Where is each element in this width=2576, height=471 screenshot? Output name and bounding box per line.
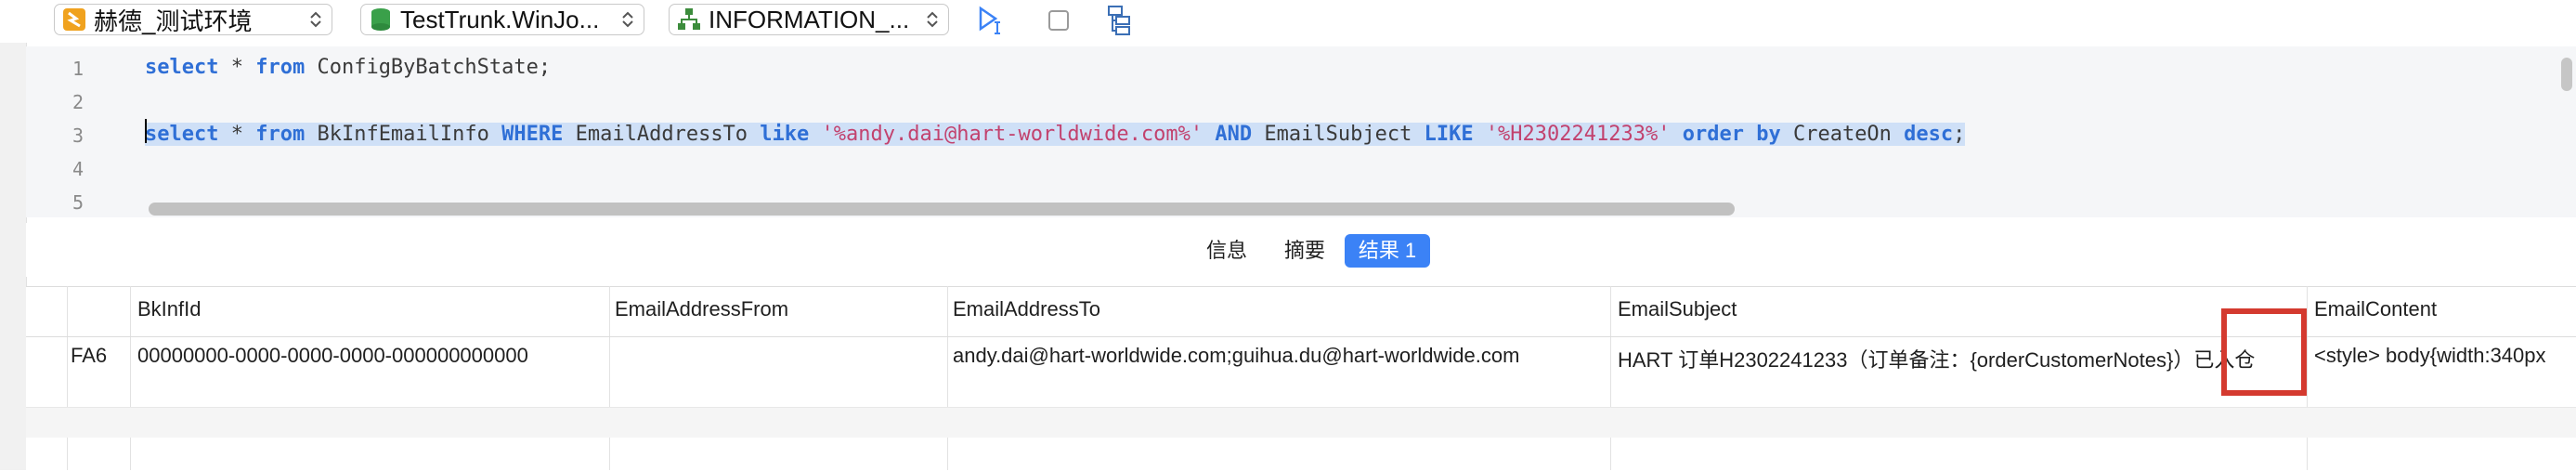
code-line-3-selected[interactable]: select * from BkInfEmailInfo WHERE Email… bbox=[145, 123, 1966, 146]
column-header-bkinfid[interactable]: BkInfId bbox=[137, 297, 201, 321]
line-number: 3 bbox=[72, 124, 84, 147]
chevron-updown-icon bbox=[622, 11, 633, 28]
connection-label: 赫德_测试环境 bbox=[94, 7, 253, 35]
connection-select[interactable]: 赫德_测试环境 bbox=[54, 4, 332, 35]
left-panel-edge bbox=[0, 43, 27, 470]
line-number: 1 bbox=[72, 58, 84, 80]
header-divider bbox=[26, 336, 2576, 337]
schema-icon bbox=[678, 8, 700, 30]
schema-select[interactable]: INFORMATION_... bbox=[669, 4, 949, 35]
results-grid bbox=[26, 286, 2576, 471]
line-gutter: 1 2 3 4 5 bbox=[26, 46, 102, 217]
column-divider bbox=[609, 286, 610, 470]
chevron-updown-icon bbox=[927, 11, 938, 28]
column-header-emailcontent[interactable]: EmailContent bbox=[2314, 297, 2437, 321]
stop-checkbox-icon[interactable] bbox=[1044, 4, 1077, 37]
column-divider bbox=[67, 286, 68, 470]
column-divider bbox=[2307, 286, 2308, 470]
text-caret bbox=[145, 119, 147, 143]
column-divider bbox=[1610, 286, 1611, 470]
cell-emailcontent[interactable]: <style> body{width:340px bbox=[2314, 344, 2576, 368]
cell-bkinfid[interactable]: 00000000-0000-0000-0000-000000000000 bbox=[137, 344, 602, 368]
database-select[interactable]: TestTrunk.WinJo... bbox=[360, 4, 644, 35]
line-number: 4 bbox=[72, 158, 84, 180]
cell-prefix[interactable]: FA6 bbox=[71, 344, 126, 368]
tab-summary[interactable]: 摘要 bbox=[1268, 234, 1341, 268]
schema-label: INFORMATION_... bbox=[709, 5, 910, 33]
database-icon bbox=[371, 8, 390, 31]
empty-row-stripe bbox=[26, 408, 2576, 438]
editor-vertical-scrollbar[interactable] bbox=[2561, 58, 2572, 91]
column-divider bbox=[947, 286, 948, 470]
toolbar: 赫德_测试环境 TestTrunk.WinJo... INFORMATION_.… bbox=[0, 0, 2576, 43]
code-line-1[interactable]: select * from ConfigByBatchState; bbox=[145, 56, 551, 79]
tab-result-1[interactable]: 结果 1 bbox=[1345, 234, 1430, 268]
cell-emailsubject[interactable]: HART 订单H2302241233（订单备注：{orderCustomerNo… bbox=[1618, 344, 2301, 373]
column-header-emailaddressto[interactable]: EmailAddressTo bbox=[953, 297, 1100, 321]
database-label: TestTrunk.WinJo... bbox=[400, 5, 600, 33]
column-header-emailsubject[interactable]: EmailSubject bbox=[1618, 297, 1737, 321]
sql-editor[interactable]: 1 2 3 4 5 select * from ConfigByBatchSta… bbox=[26, 46, 2576, 217]
chevron-updown-icon bbox=[310, 11, 321, 28]
connection-icon bbox=[63, 8, 85, 31]
column-header-emailaddressfrom[interactable]: EmailAddressFrom bbox=[615, 297, 788, 321]
explain-icon[interactable] bbox=[1105, 4, 1138, 37]
tab-info[interactable]: 信息 bbox=[1190, 234, 1263, 268]
line-number: 2 bbox=[72, 91, 84, 113]
cell-emailaddressto[interactable]: andy.dai@hart-worldwide.com;guihua.du@ha… bbox=[953, 344, 1603, 368]
column-divider bbox=[130, 286, 131, 470]
highlight-annotation-box bbox=[2221, 308, 2307, 396]
editor-horizontal-scrollbar[interactable] bbox=[149, 203, 1735, 216]
line-number: 5 bbox=[72, 191, 84, 214]
run-selected-icon[interactable] bbox=[975, 4, 1008, 37]
